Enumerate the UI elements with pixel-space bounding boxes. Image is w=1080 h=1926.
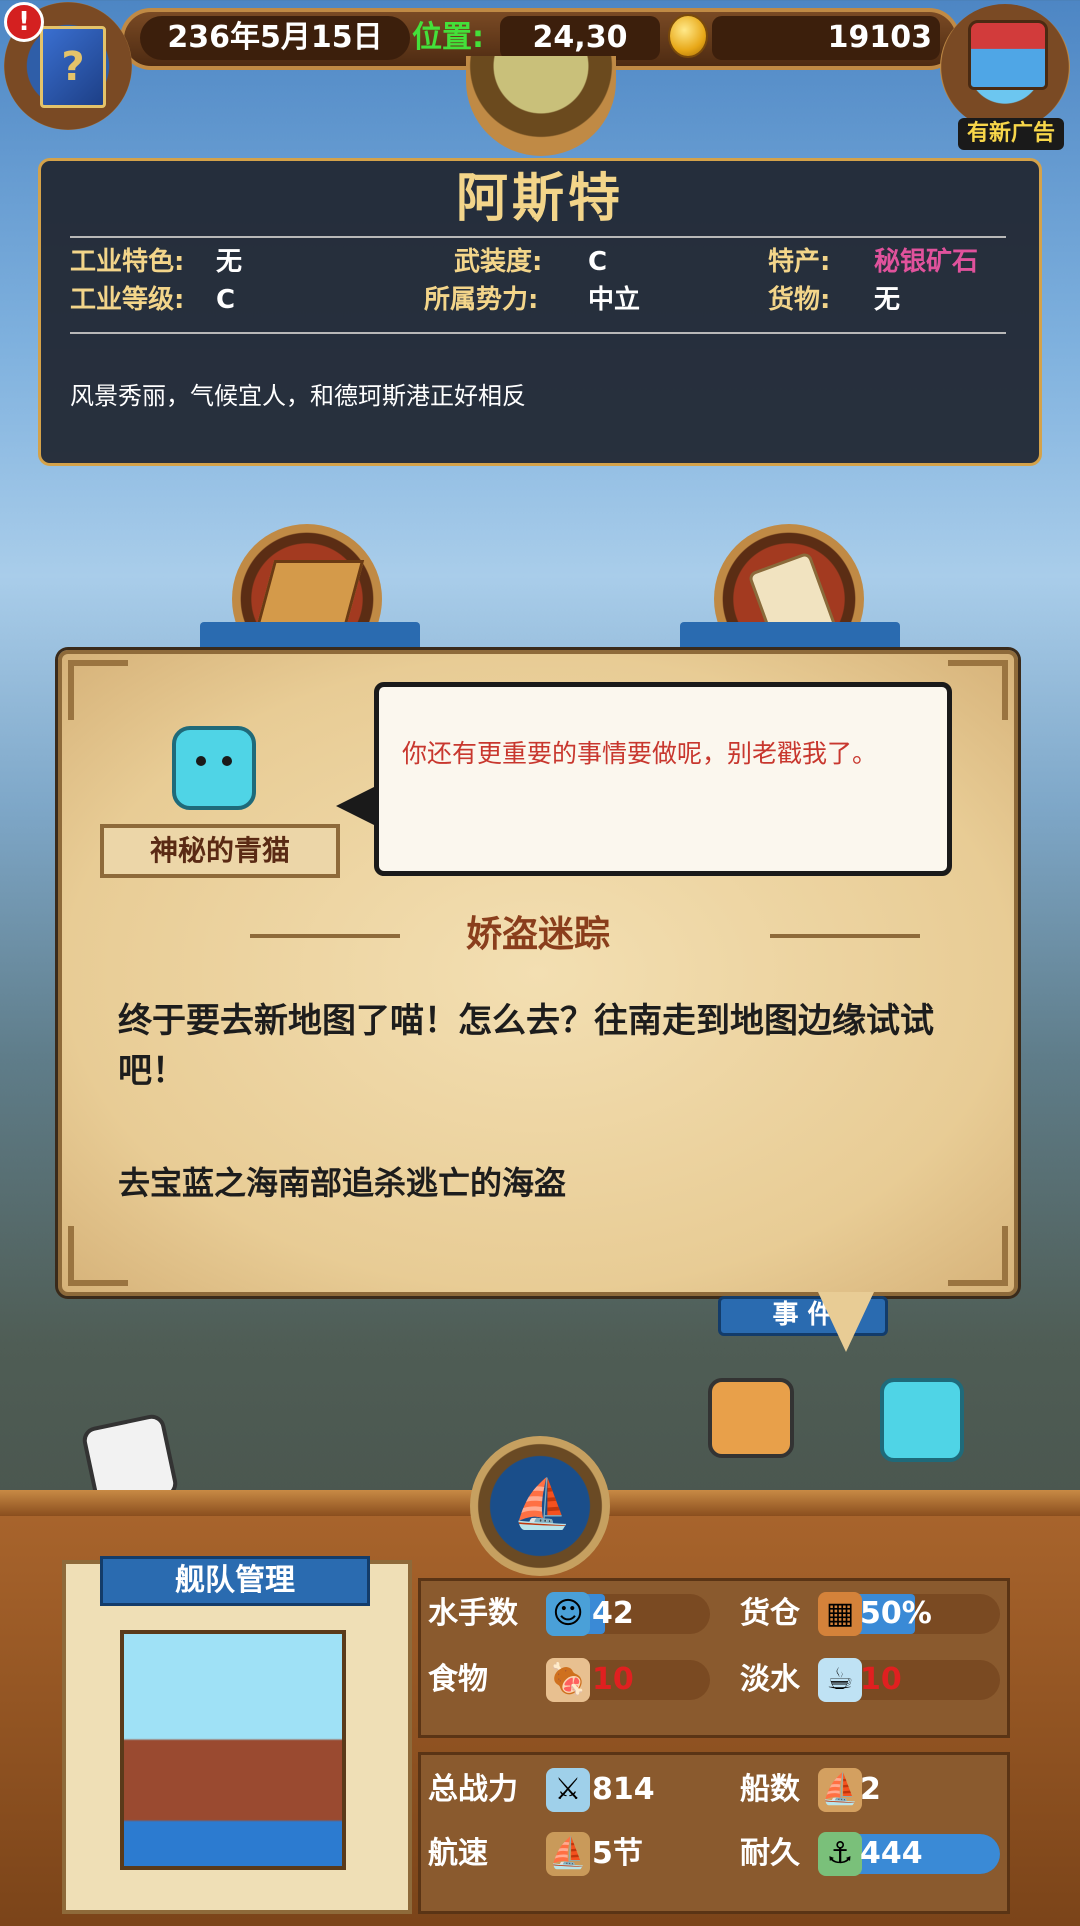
- city-description: 风景秀丽，气候宜人，和德珂斯港正好相反: [70, 382, 526, 410]
- book-icon: ?: [40, 26, 106, 108]
- repair-icon: ⚓: [818, 1832, 862, 1876]
- specialty-label: 特产:: [768, 247, 831, 277]
- ship-icon: ⛵: [818, 1768, 862, 1812]
- water-icon: ☕: [818, 1658, 862, 1702]
- stat-value: 5节: [592, 1836, 643, 1871]
- industry-level-label: 工业等级:: [70, 285, 185, 315]
- ad-label[interactable]: 有新广告: [958, 118, 1064, 150]
- meat-icon: 🍖: [546, 1658, 590, 1702]
- industry-feature-value: 无: [216, 247, 243, 277]
- alert-icon: !: [4, 2, 44, 42]
- cargo-value: 无: [874, 285, 901, 315]
- stat-label: 耐久: [740, 1836, 800, 1871]
- corner-ornament: [68, 660, 128, 720]
- cargo-icon: ▦: [818, 1592, 862, 1636]
- stat-label: 水手数: [428, 1596, 518, 1631]
- stat-value: 50%: [860, 1596, 932, 1631]
- stat-value: 10: [592, 1662, 634, 1697]
- quest-description: 终于要去新地图了喵！怎么去？往南走到地图边缘试试吧！: [118, 1001, 934, 1091]
- corner-ornament: [948, 660, 1008, 720]
- shiba-dog-character[interactable]: [708, 1378, 794, 1458]
- stat-value: 10: [860, 1662, 902, 1697]
- sail-icon: ⛵: [546, 1832, 590, 1876]
- stat-label: 淡水: [740, 1662, 800, 1697]
- divider: [70, 332, 1006, 334]
- industry-feature-label: 工业特色:: [70, 247, 185, 277]
- cyan-cat-character[interactable]: [880, 1378, 964, 1462]
- world-map-button[interactable]: [466, 56, 616, 156]
- position-value: 24,30: [500, 16, 660, 60]
- stat-value: 42: [592, 1596, 634, 1631]
- corner-ornament: [948, 1226, 1008, 1286]
- stat-label: 食物: [428, 1662, 488, 1697]
- speech-bubble: [374, 682, 952, 876]
- city-name: 阿斯特: [455, 169, 624, 229]
- stat-label: 总战力: [428, 1772, 518, 1807]
- fleet-management-button[interactable]: 舰队管理: [100, 1556, 370, 1606]
- ship-portrait[interactable]: [120, 1630, 346, 1870]
- boat-icon: ⛵: [512, 1476, 572, 1532]
- quest-objective: 去宝蓝之海南部追杀逃亡的海盗: [118, 1164, 567, 1202]
- cargo-label: 货物:: [768, 285, 831, 315]
- dialog-pointer: [818, 1292, 874, 1352]
- divider: [70, 236, 1006, 238]
- cat-eye: [222, 756, 232, 766]
- swords-icon: ⚔: [546, 1768, 590, 1812]
- stat-value: 814: [592, 1772, 655, 1807]
- faction-label: 所属势力:: [424, 285, 539, 315]
- stat-value: 2: [860, 1772, 881, 1807]
- specialty-value: 秘银矿石: [874, 247, 979, 277]
- npc-name: 神秘的青猫: [100, 824, 340, 878]
- stat-value: 444: [860, 1836, 923, 1871]
- stat-label: 船数: [740, 1772, 800, 1807]
- stat-label: 航速: [428, 1836, 488, 1871]
- gold-amount: 19103: [712, 16, 940, 60]
- stat-label: 货仓: [740, 1596, 800, 1631]
- treasure-chest-icon: [968, 20, 1048, 90]
- faction-value: 中立: [588, 285, 641, 315]
- industry-level-value: C: [216, 285, 236, 315]
- armament-value: C: [588, 247, 608, 277]
- armament-label: 武装度:: [454, 247, 543, 277]
- cat-eye: [196, 756, 206, 766]
- game-date: 236年5月15日: [140, 16, 410, 60]
- cyan-cat-avatar: [172, 726, 256, 810]
- sailor-icon: ☺: [546, 1592, 590, 1636]
- npc-speech: 你还有更重要的事情要做呢，别老戳我了。: [402, 739, 878, 768]
- quest-title: 娇盗迷踪: [465, 914, 610, 955]
- gold-coin-icon: [668, 14, 708, 58]
- position-label: 位置:: [412, 20, 484, 55]
- corner-ornament: [68, 1226, 128, 1286]
